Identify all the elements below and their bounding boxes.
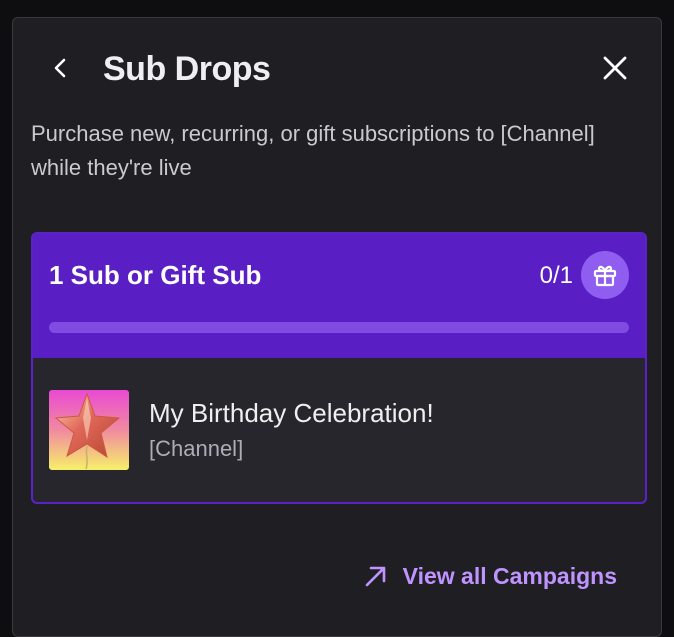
back-button[interactable] — [43, 50, 79, 86]
reward-name: My Birthday Celebration! — [149, 398, 434, 428]
star-balloon-icon — [54, 392, 121, 470]
gift-badge — [581, 251, 629, 299]
close-button[interactable] — [597, 50, 633, 86]
chevron-left-icon — [54, 58, 66, 78]
panel-header: Sub Drops — [13, 18, 661, 118]
campaign-title: 1 Sub or Gift Sub — [49, 260, 262, 290]
campaign-description: Purchase new, recurring, or gift subscri… — [31, 121, 595, 180]
view-all-campaigns-label: View all Campaigns — [402, 563, 617, 589]
progress-count: 0/1 — [539, 262, 573, 289]
sub-drops-panel: Sub Drops Purchase new, recurring, or gi… — [12, 17, 662, 637]
page-title: Sub Drops — [103, 50, 271, 88]
campaign-card: 1 Sub or Gift Sub 0/1 My Birthday Celebr… — [31, 232, 647, 504]
arrow-up-right-icon — [365, 566, 385, 587]
gift-icon — [593, 265, 617, 287]
progress-bar — [49, 322, 629, 333]
reward-channel: [Channel] — [149, 436, 244, 461]
view-all-campaigns-link[interactable]: View all Campaigns — [363, 559, 617, 593]
reward-row: My Birthday Celebration! [Channel] — [33, 358, 645, 502]
reward-image — [49, 390, 129, 470]
campaign-card-header: 1 Sub or Gift Sub 0/1 — [33, 234, 645, 358]
close-icon — [603, 56, 627, 80]
